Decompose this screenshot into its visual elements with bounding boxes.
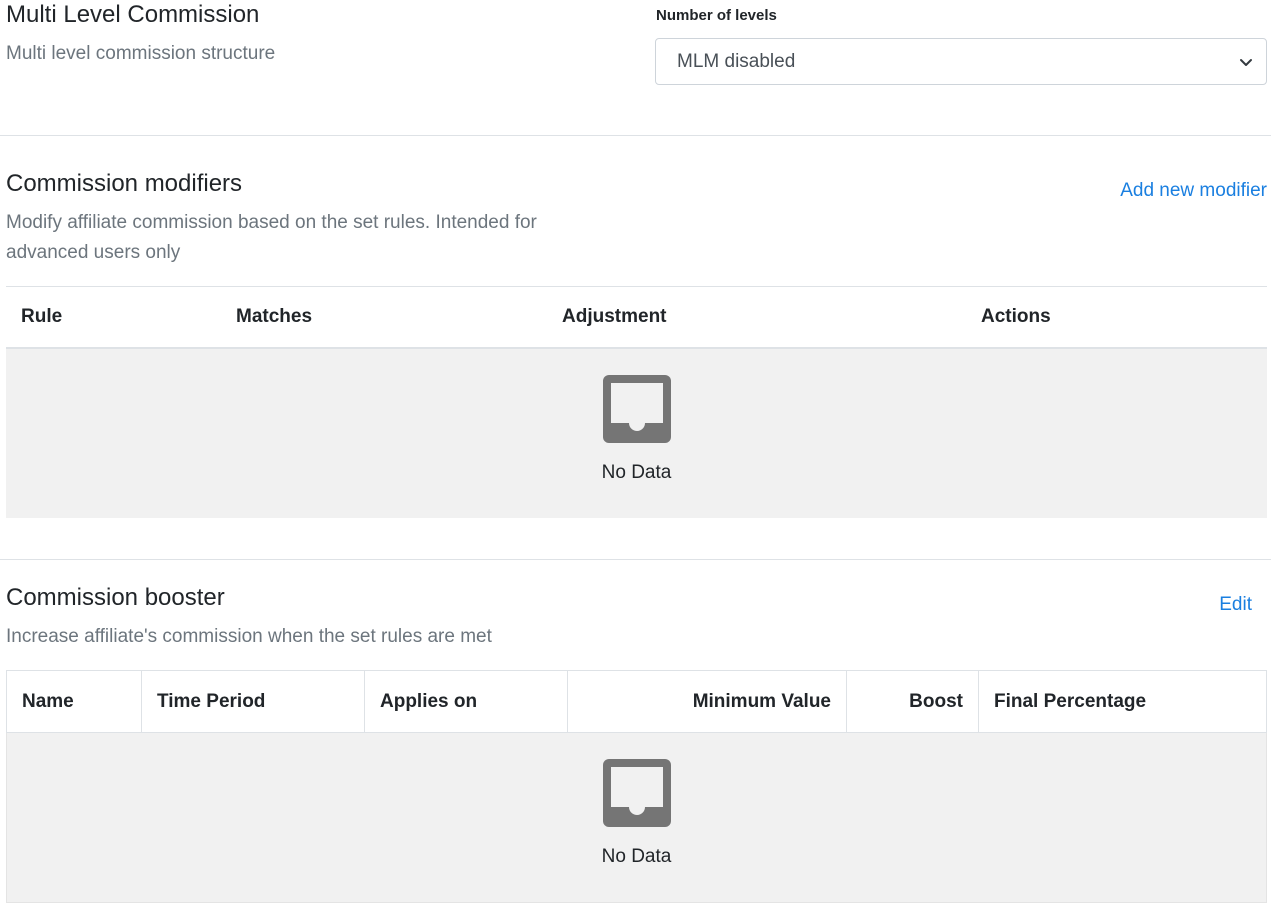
column-header-time-period: Time Period bbox=[142, 671, 365, 732]
booster-edit-link[interactable]: Edit bbox=[1219, 594, 1252, 616]
modifiers-subtitle-line2: advanced users only bbox=[6, 242, 181, 263]
empty-inbox-icon bbox=[602, 759, 671, 832]
column-header-name: Name bbox=[7, 671, 142, 732]
column-header-rule: Rule bbox=[21, 306, 63, 327]
column-header-applies-on: Applies on bbox=[365, 671, 568, 732]
booster-table-header: Name Time Period Applies on Minimum Valu… bbox=[6, 670, 1267, 733]
mlm-title: Multi Level Commission bbox=[6, 1, 260, 28]
modifiers-table-header: Rule Matches Adjustment Actions bbox=[6, 287, 1267, 349]
section-divider bbox=[0, 559, 1271, 560]
levels-select-value: MLM disabled bbox=[677, 50, 796, 72]
booster-empty-state: No Data bbox=[6, 733, 1267, 903]
add-new-modifier-link[interactable]: Add new modifier bbox=[1120, 180, 1267, 202]
booster-no-data-text: No Data bbox=[601, 846, 672, 867]
column-header-final-percentage: Final Percentage bbox=[994, 690, 1147, 712]
column-header-matches: Matches bbox=[236, 306, 313, 327]
mlm-subtitle: Multi level commission structure bbox=[6, 43, 276, 64]
chevron-down-icon bbox=[1238, 54, 1254, 70]
levels-label: Number of levels bbox=[656, 7, 777, 24]
modifiers-subtitle-line1: Modify affiliate commission based on the… bbox=[6, 212, 537, 233]
levels-select[interactable]: MLM disabled bbox=[655, 38, 1267, 85]
modifiers-empty-state: No Data bbox=[6, 349, 1267, 518]
booster-title: Commission booster bbox=[6, 584, 225, 611]
empty-inbox-icon bbox=[602, 375, 671, 448]
column-header-boost: Boost bbox=[847, 671, 979, 732]
modifiers-title: Commission modifiers bbox=[6, 170, 243, 197]
section-divider bbox=[0, 135, 1271, 136]
column-header-minimum-value: Minimum Value bbox=[568, 671, 847, 732]
modifiers-no-data-text: No Data bbox=[601, 462, 672, 483]
booster-subtitle: Increase affiliate's commission when the… bbox=[6, 626, 492, 647]
column-header-adjustment: Adjustment bbox=[562, 306, 667, 327]
column-header-actions: Actions bbox=[981, 306, 1051, 327]
